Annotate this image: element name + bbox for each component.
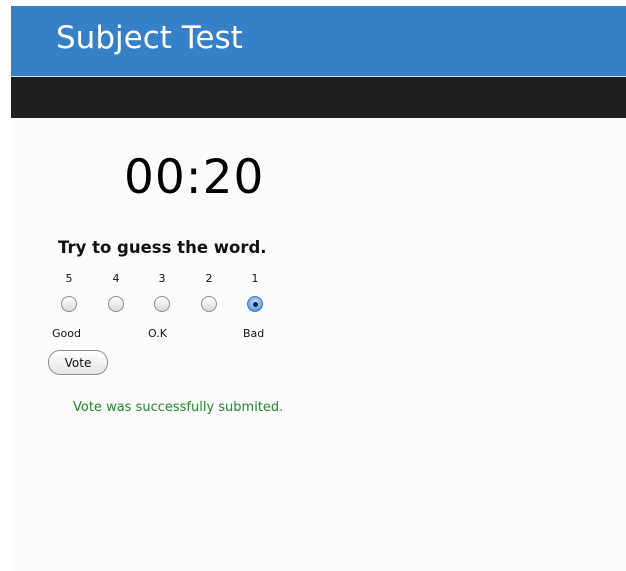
vote-button[interactable]: Vote xyxy=(48,350,108,375)
rating-radio-3[interactable] xyxy=(154,296,170,312)
header-title: Subject Test xyxy=(56,20,243,56)
success-message: Vote was successfully submited. xyxy=(73,400,284,415)
rating-number-4: 4 xyxy=(112,272,120,285)
rating-radio-5[interactable] xyxy=(61,296,77,312)
label-good: Good xyxy=(52,327,81,340)
label-ok: O.K xyxy=(148,327,167,340)
header-bar: Subject Test xyxy=(11,6,626,76)
rating-number-1: 1 xyxy=(251,272,259,285)
question-text: Try to guess the word. xyxy=(58,238,267,257)
rating-number-5: 5 xyxy=(65,272,73,285)
rating-radio-1-selected[interactable] xyxy=(247,296,263,312)
rating-radio-4[interactable] xyxy=(108,296,124,312)
left-gutter xyxy=(0,0,11,571)
rating-radio-2[interactable] xyxy=(201,296,217,312)
nav-bar xyxy=(11,77,626,118)
rating-number-3: 3 xyxy=(158,272,166,285)
label-bad: Bad xyxy=(243,327,265,340)
rating-number-2: 2 xyxy=(205,272,213,285)
page: Subject Test 00:20 Try to guess the word… xyxy=(0,0,626,571)
countdown-timer: 00:20 xyxy=(124,150,265,205)
